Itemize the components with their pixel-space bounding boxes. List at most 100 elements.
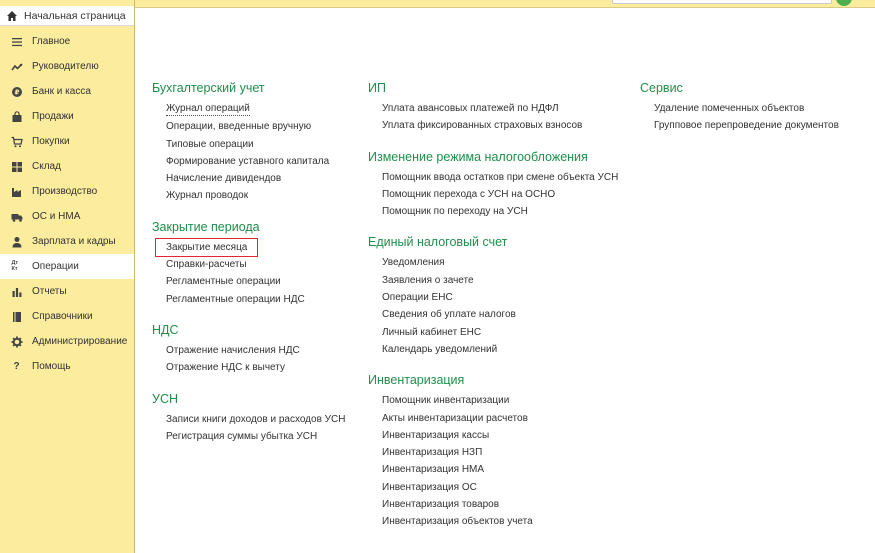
sidebar-item-label: Банк и касса xyxy=(32,86,91,97)
section-usn: УСН Записи книги доходов и расходов УСН … xyxy=(152,391,345,446)
warehouse-grid-icon xyxy=(10,160,23,173)
sidebar-nav: Главное Руководителю ₽ Банк и касса Прод… xyxy=(0,29,134,379)
debit-credit-icon-text: Дт Кт xyxy=(11,260,19,272)
sidebar-item-label: Администрирование xyxy=(32,336,128,347)
factory-icon xyxy=(10,185,23,198)
sidebar-item-salary[interactable]: Зарплата и кадры xyxy=(0,229,134,254)
column-1: Бухгалтерский учет Журнал операций Опера… xyxy=(152,80,345,445)
section-title: Инвентаризация xyxy=(368,373,465,388)
sidebar-item-label: ОС и НМА xyxy=(32,211,81,222)
link-accounting-objects-inventory[interactable]: Инвентаризация объектов учета xyxy=(382,513,618,530)
operations-panel: Бухгалтерский учет Журнал операций Опера… xyxy=(136,8,875,553)
link-group-reposting[interactable]: Групповое перепроведение документов xyxy=(654,117,839,134)
link-vat-accrual[interactable]: Отражение начисления НДС xyxy=(166,342,345,359)
link-ens-cabinet[interactable]: Личный кабинет ЕНС xyxy=(382,324,618,341)
sidebar-item-production[interactable]: Производство xyxy=(0,179,134,204)
link-calculation-certificates[interactable]: Справки-расчеты xyxy=(166,256,345,273)
section-period-closing: Закрытие периода Закрытие месяца Справки… xyxy=(152,219,345,308)
link-fixed-insurance[interactable]: Уплата фиксированных страховых взносов xyxy=(382,117,618,134)
sidebar-item-label: Покупки xyxy=(32,136,70,147)
link-to-usn-assistant[interactable]: Помощник по переходу на УСН xyxy=(382,203,618,220)
sidebar-item-label: Справочники xyxy=(32,311,93,322)
link-usn-to-osno[interactable]: Помощник перехода с УСН на ОСНО xyxy=(382,186,618,203)
link-goods-inventory[interactable]: Инвентаризация товаров xyxy=(382,496,618,513)
question-icon: ? xyxy=(13,361,20,372)
link-manual-operations[interactable]: Операции, введенные вручную xyxy=(166,118,345,135)
sidebar-item-manager[interactable]: Руководителю xyxy=(0,54,134,79)
home-tab-label: Начальная страница xyxy=(24,9,126,22)
section-title: Сервис xyxy=(640,81,683,95)
link-tax-payment-info[interactable]: Сведения об уплате налогов xyxy=(382,306,618,323)
link-intangible-inventory[interactable]: Инвентаризация НМА xyxy=(382,461,618,478)
link-journal-operations[interactable]: Журнал операций xyxy=(166,102,250,116)
sidebar-item-sales[interactable]: Продажи xyxy=(0,104,134,129)
sidebar-item-label: Операции xyxy=(32,261,79,272)
link-capital-formation[interactable]: Формирование уставного капитала xyxy=(166,153,345,170)
link-dividends[interactable]: Начисление дивидендов xyxy=(166,170,345,187)
link-ndfl-advance[interactable]: Уплата авансовых платежей по НДФЛ xyxy=(382,100,618,117)
sidebar-item-warehouse[interactable]: Склад xyxy=(0,154,134,179)
month-closing-highlight xyxy=(155,238,258,257)
section-title: Изменение режима налогообложения xyxy=(368,149,588,164)
sidebar-item-label: Производство xyxy=(32,186,98,197)
sidebar-item-label: Склад xyxy=(32,161,61,172)
truck-icon xyxy=(10,210,23,223)
sidebar-item-purchases[interactable]: Покупки xyxy=(0,129,134,154)
sidebar-item-reports[interactable]: Отчеты xyxy=(0,279,134,304)
sidebar-item-main[interactable]: Главное xyxy=(0,29,134,54)
section-vat: НДС Отражение начисления НДС Отражение Н… xyxy=(152,322,345,377)
column-2: ИП Уплата авансовых платежей по НДФЛ Упл… xyxy=(368,80,618,531)
section-title: УСН xyxy=(152,391,178,406)
shopping-cart-icon xyxy=(10,135,23,148)
shopping-bag-icon xyxy=(10,110,23,123)
section-accounting: Бухгалтерский учет Журнал операций Опера… xyxy=(152,80,345,205)
sidebar-item-administration[interactable]: Администрирование xyxy=(0,329,134,354)
home-tab[interactable]: Начальная страница xyxy=(0,6,134,26)
sidebar-item-operations[interactable]: Дт Кт Операции xyxy=(0,254,134,279)
sidebar: Начальная страница Главное Руководителю … xyxy=(0,0,135,553)
bar-chart-icon xyxy=(10,285,23,298)
link-routine-operations[interactable]: Регламентные операции xyxy=(166,273,345,290)
link-postings-journal[interactable]: Журнал проводок xyxy=(166,187,345,204)
section-inventory: Инвентаризация Помощник инвентаризации А… xyxy=(368,372,618,530)
sidebar-item-label: Продажи xyxy=(32,111,74,122)
section-ip: ИП Уплата авансовых платежей по НДФЛ Упл… xyxy=(368,80,618,135)
sidebar-item-label: Зарплата и кадры xyxy=(32,236,116,247)
link-notifications[interactable]: Уведомления xyxy=(382,254,618,271)
link-delete-marked[interactable]: Удаление помеченных объектов xyxy=(654,100,839,117)
trend-chart-icon xyxy=(10,60,23,73)
section-title: ИП xyxy=(368,81,386,95)
link-typical-operations[interactable]: Типовые операции xyxy=(166,136,345,153)
link-usn-loss-registration[interactable]: Регистрация суммы убытка УСН xyxy=(166,428,345,445)
gear-icon xyxy=(10,335,23,348)
section-service: Сервис Удаление помеченных объектов Груп… xyxy=(640,80,839,135)
section-tax-regime-change: Изменение режима налогообложения Помощни… xyxy=(368,149,618,221)
link-inventory-assistant[interactable]: Помощник инвентаризации xyxy=(382,392,618,409)
link-cash-inventory[interactable]: Инвентаризация кассы xyxy=(382,427,618,444)
link-wip-inventory[interactable]: Инвентаризация НЗП xyxy=(382,444,618,461)
svg-text:₽: ₽ xyxy=(14,88,19,96)
link-usn-book-records[interactable]: Записи книги доходов и расходов УСН xyxy=(166,411,345,428)
sidebar-item-label: Главное xyxy=(32,36,71,47)
link-routine-vat-operations[interactable]: Регламентные операции НДС xyxy=(166,291,345,308)
search-input[interactable] xyxy=(612,0,832,4)
column-3: Сервис Удаление помеченных объектов Груп… xyxy=(640,80,839,135)
section-title: Закрытие периода xyxy=(152,219,260,234)
sidebar-item-fixed-assets[interactable]: ОС и НМА xyxy=(0,204,134,229)
sidebar-item-bank[interactable]: ₽ Банк и касса xyxy=(0,79,134,104)
link-ens-operations[interactable]: Операции ЕНС xyxy=(382,289,618,306)
sidebar-item-directories[interactable]: Справочники xyxy=(0,304,134,329)
home-icon xyxy=(6,10,18,22)
link-vat-deduction[interactable]: Отражение НДС к вычету xyxy=(166,359,345,376)
person-icon xyxy=(10,235,23,248)
link-settlement-inventory-acts[interactable]: Акты инвентаризации расчетов xyxy=(382,410,618,427)
user-avatar[interactable] xyxy=(836,0,852,6)
link-offset-applications[interactable]: Заявления о зачете xyxy=(382,272,618,289)
sidebar-item-label: Помощь xyxy=(32,361,71,372)
sidebar-item-help[interactable]: ? Помощь xyxy=(0,354,134,379)
link-notification-calendar[interactable]: Календарь уведомлений xyxy=(382,341,618,358)
sidebar-item-label: Руководителю xyxy=(32,61,99,72)
section-ens: Единый налоговый счет Уведомления Заявле… xyxy=(368,234,618,358)
link-fixed-assets-inventory[interactable]: Инвентаризация ОС xyxy=(382,479,618,496)
link-usn-balance-assistant[interactable]: Помощник ввода остатков при смене объект… xyxy=(382,169,618,186)
